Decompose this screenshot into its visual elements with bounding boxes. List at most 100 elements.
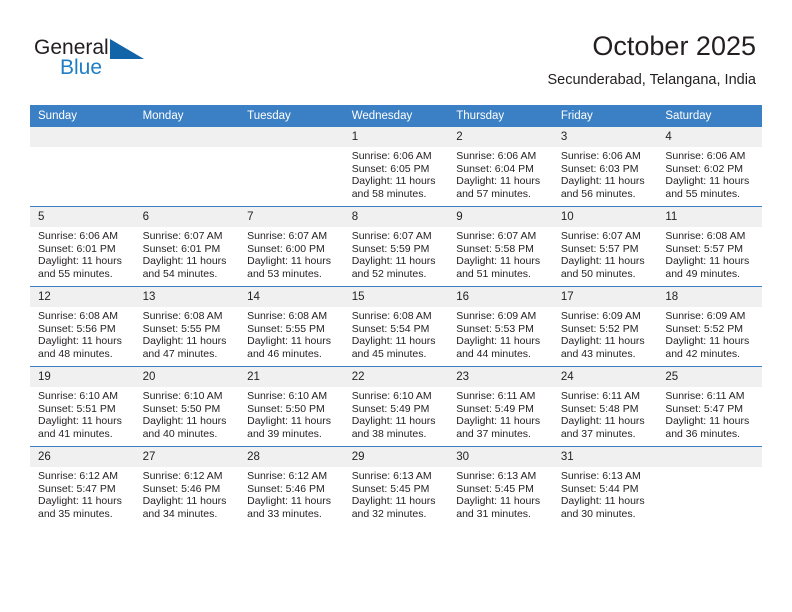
calendar-day-cell[interactable]: 26 Sunrise: 6:12 AM Sunset: 5:47 PM Dayligh… bbox=[30, 446, 135, 526]
day-detail-line: Sunset: 5:53 PM bbox=[456, 322, 534, 335]
day-details: Sunrise: 6:07 AM Sunset: 6:00 PM Daylight:… bbox=[239, 227, 344, 280]
calendar-day-cell[interactable]: 21 Sunrise: 6:10 AM Sunset: 5:50 PM Dayligh… bbox=[239, 366, 344, 447]
day-detail-line: Sunset: 5:44 PM bbox=[560, 482, 639, 495]
day-detail-line: Sunset: 5:55 PM bbox=[247, 322, 325, 335]
day-detail-line: and 52 minutes. bbox=[351, 267, 427, 280]
day-details bbox=[135, 147, 240, 150]
day-details: Sunrise: 6:08 AM Sunset: 5:55 PM Daylight:… bbox=[239, 307, 344, 360]
calendar-day-cell[interactable]: 6 Sunrise: 6:07 AM Sunset: 6:01 PM Daylight… bbox=[134, 206, 240, 287]
calendar-day-cell[interactable]: 12 Sunrise: 6:08 AM Sunset: 5:56 PM Dayligh… bbox=[30, 286, 135, 367]
calendar-day-cell[interactable]: 5 Sunrise: 6:06 AM Sunset: 6:01 PM Daylight… bbox=[30, 206, 135, 287]
day-detail-line: Daylight: 11 hours bbox=[456, 415, 541, 428]
calendar-week-row: 1 Sunrise: 6:06 AM Sunset: 6:05 PM Daylight… bbox=[30, 127, 762, 207]
day-detail-line: Sunrise: 6:08 AM bbox=[38, 310, 118, 322]
calendar-day-cell[interactable]: 8 Sunrise: 6:07 AM Sunset: 5:59 PM Daylight… bbox=[343, 206, 449, 287]
day-details: Sunrise: 6:12 AM Sunset: 5:47 PM Daylight:… bbox=[30, 467, 135, 520]
day-detail-line: Sunrise: 6:13 AM bbox=[351, 470, 432, 482]
calendar-day-cell[interactable]: 14 Sunrise: 6:08 AM Sunset: 5:55 PM Dayligh… bbox=[239, 286, 344, 367]
day-detail-line: Sunrise: 6:10 AM bbox=[142, 390, 223, 402]
weekday-header-sunday: Sunday bbox=[30, 105, 135, 127]
calendar-day-cell[interactable]: 4 Sunrise: 6:06 AM Sunset: 6:02 PM Daylight… bbox=[657, 127, 762, 207]
calendar-day-cell[interactable]: 20 Sunrise: 6:10 AM Sunset: 5:50 PM Dayligh… bbox=[134, 366, 240, 447]
day-detail-line: Sunrise: 6:09 AM bbox=[456, 310, 537, 322]
day-number: 3 bbox=[552, 127, 658, 147]
day-number: 7 bbox=[239, 207, 344, 227]
calendar-day-cell[interactable]: 29 Sunrise: 6:13 AM Sunset: 5:45 PM Dayligh… bbox=[343, 446, 449, 526]
day-detail-line: Sunrise: 6:11 AM bbox=[665, 390, 745, 402]
day-detail-line: Daylight: 11 hours bbox=[560, 335, 645, 348]
day-detail-line: Daylight: 11 hours bbox=[142, 335, 227, 348]
day-number: 26 bbox=[30, 447, 135, 467]
calendar-day-cell[interactable]: 16 Sunrise: 6:09 AM Sunset: 5:53 PM Dayligh… bbox=[448, 286, 553, 367]
day-detail-line: Sunset: 5:47 PM bbox=[38, 482, 116, 495]
calendar-day-cell[interactable]: 18 Sunrise: 6:09 AM Sunset: 5:52 PM Dayligh… bbox=[657, 286, 762, 367]
day-number: 11 bbox=[657, 207, 762, 227]
calendar-day-cell[interactable]: 31 Sunrise: 6:13 AM Sunset: 5:44 PM Dayligh… bbox=[552, 446, 658, 526]
day-detail-line: Sunrise: 6:13 AM bbox=[456, 470, 537, 482]
day-detail-line: Sunrise: 6:13 AM bbox=[560, 470, 641, 482]
day-details: Sunrise: 6:12 AM Sunset: 5:46 PM Daylight:… bbox=[239, 467, 344, 520]
day-detail-line: and 34 minutes. bbox=[142, 507, 218, 520]
day-details: Sunrise: 6:13 AM Sunset: 5:45 PM Daylight:… bbox=[448, 467, 553, 520]
day-details: Sunrise: 6:11 AM Sunset: 5:48 PM Daylight:… bbox=[553, 387, 658, 440]
day-detail-line: Sunrise: 6:07 AM bbox=[560, 230, 641, 242]
calendar-day-cell[interactable]: 27 Sunrise: 6:12 AM Sunset: 5:46 PM Dayligh… bbox=[134, 446, 240, 526]
day-detail-line: Sunset: 5:52 PM bbox=[560, 322, 639, 335]
day-detail-line: and 42 minutes. bbox=[665, 347, 741, 360]
calendar-page: General Blue October 2025 Secunderabad, … bbox=[0, 0, 792, 612]
day-number bbox=[134, 127, 240, 147]
calendar-day-cell[interactable]: 11 Sunrise: 6:08 AM Sunset: 5:57 PM Dayligh… bbox=[657, 206, 762, 287]
calendar-week-row: 19 Sunrise: 6:10 AM Sunset: 5:51 PM Dayligh… bbox=[30, 366, 762, 447]
brand-logo[interactable]: General Blue bbox=[34, 36, 214, 88]
day-detail-line: and 54 minutes. bbox=[142, 267, 218, 280]
day-number: 27 bbox=[134, 447, 240, 467]
day-detail-line: and 49 minutes. bbox=[665, 267, 741, 280]
day-number: 24 bbox=[552, 367, 658, 387]
day-number: 17 bbox=[552, 287, 658, 307]
day-detail-line: Daylight: 11 hours bbox=[247, 255, 331, 268]
calendar-day-cell[interactable]: 1 Sunrise: 6:06 AM Sunset: 6:05 PM Daylight… bbox=[343, 127, 449, 207]
day-detail-line: and 51 minutes. bbox=[456, 267, 531, 280]
day-detail-line: and 30 minutes. bbox=[560, 507, 636, 520]
calendar-day-cell[interactable]: 9 Sunrise: 6:07 AM Sunset: 5:58 PM Daylight… bbox=[448, 206, 553, 287]
day-detail-line: Sunrise: 6:07 AM bbox=[351, 230, 432, 242]
calendar-day-cell[interactable]: 13 Sunrise: 6:08 AM Sunset: 5:55 PM Dayligh… bbox=[134, 286, 240, 367]
day-number: 13 bbox=[134, 287, 240, 307]
day-detail-line: Daylight: 11 hours bbox=[142, 495, 227, 508]
day-details: Sunrise: 6:06 AM Sunset: 6:01 PM Daylight:… bbox=[30, 227, 135, 280]
day-details: Sunrise: 6:06 AM Sunset: 6:02 PM Daylight:… bbox=[657, 147, 762, 200]
day-number: 18 bbox=[657, 287, 762, 307]
day-detail-line: Sunset: 5:48 PM bbox=[560, 402, 639, 415]
day-details: Sunrise: 6:06 AM Sunset: 6:04 PM Daylight:… bbox=[448, 147, 553, 200]
day-detail-line: Sunset: 5:57 PM bbox=[665, 242, 744, 255]
day-detail-line: Daylight: 11 hours bbox=[665, 415, 750, 428]
day-detail-line: Sunset: 5:46 PM bbox=[142, 482, 221, 495]
calendar-day-cell[interactable]: 10 Sunrise: 6:07 AM Sunset: 5:57 PM Dayligh… bbox=[552, 206, 658, 287]
calendar-day-cell[interactable]: 19 Sunrise: 6:10 AM Sunset: 5:51 PM Dayligh… bbox=[30, 366, 135, 447]
day-detail-line: Daylight: 11 hours bbox=[38, 335, 122, 348]
calendar-day-cell[interactable]: 3 Sunrise: 6:06 AM Sunset: 6:03 PM Daylight… bbox=[552, 127, 658, 207]
calendar-day-cell[interactable]: 24 Sunrise: 6:11 AM Sunset: 5:48 PM Dayligh… bbox=[552, 366, 658, 447]
calendar-day-cell[interactable]: 17 Sunrise: 6:09 AM Sunset: 5:52 PM Dayligh… bbox=[552, 286, 658, 367]
day-detail-line: Daylight: 11 hours bbox=[665, 255, 750, 268]
calendar-day-cell[interactable]: 22 Sunrise: 6:10 AM Sunset: 5:49 PM Dayligh… bbox=[343, 366, 449, 447]
day-detail-line: and 33 minutes. bbox=[247, 507, 322, 520]
calendar-day-cell[interactable]: 30 Sunrise: 6:13 AM Sunset: 5:45 PM Dayligh… bbox=[448, 446, 553, 526]
calendar-day-cell[interactable]: 2 Sunrise: 6:06 AM Sunset: 6:04 PM Daylight… bbox=[448, 127, 553, 207]
day-detail-line: Sunset: 5:51 PM bbox=[38, 402, 116, 415]
day-details bbox=[239, 147, 344, 150]
weekday-header-monday: Monday bbox=[134, 105, 240, 127]
day-detail-line: Sunset: 5:45 PM bbox=[456, 482, 534, 495]
day-details: Sunrise: 6:10 AM Sunset: 5:49 PM Daylight:… bbox=[344, 387, 449, 440]
day-detail-line: Daylight: 11 hours bbox=[351, 415, 436, 428]
calendar-day-cell[interactable]: 7 Sunrise: 6:07 AM Sunset: 6:00 PM Daylight… bbox=[239, 206, 344, 287]
calendar-day-cell[interactable]: 23 Sunrise: 6:11 AM Sunset: 5:49 PM Dayligh… bbox=[448, 366, 553, 447]
day-detail-line: Sunset: 5:47 PM bbox=[665, 402, 744, 415]
day-detail-line: Sunset: 6:03 PM bbox=[560, 162, 639, 175]
calendar-day-cell[interactable]: 25 Sunrise: 6:11 AM Sunset: 5:47 PM Dayligh… bbox=[657, 366, 762, 447]
day-detail-line: Sunrise: 6:10 AM bbox=[351, 390, 432, 402]
calendar-day-cell[interactable]: 15 Sunrise: 6:08 AM Sunset: 5:54 PM Dayligh… bbox=[343, 286, 449, 367]
day-number: 4 bbox=[657, 127, 762, 147]
calendar-day-cell[interactable]: 28 Sunrise: 6:12 AM Sunset: 5:46 PM Dayligh… bbox=[239, 446, 344, 526]
day-detail-line: Sunrise: 6:07 AM bbox=[456, 230, 537, 242]
